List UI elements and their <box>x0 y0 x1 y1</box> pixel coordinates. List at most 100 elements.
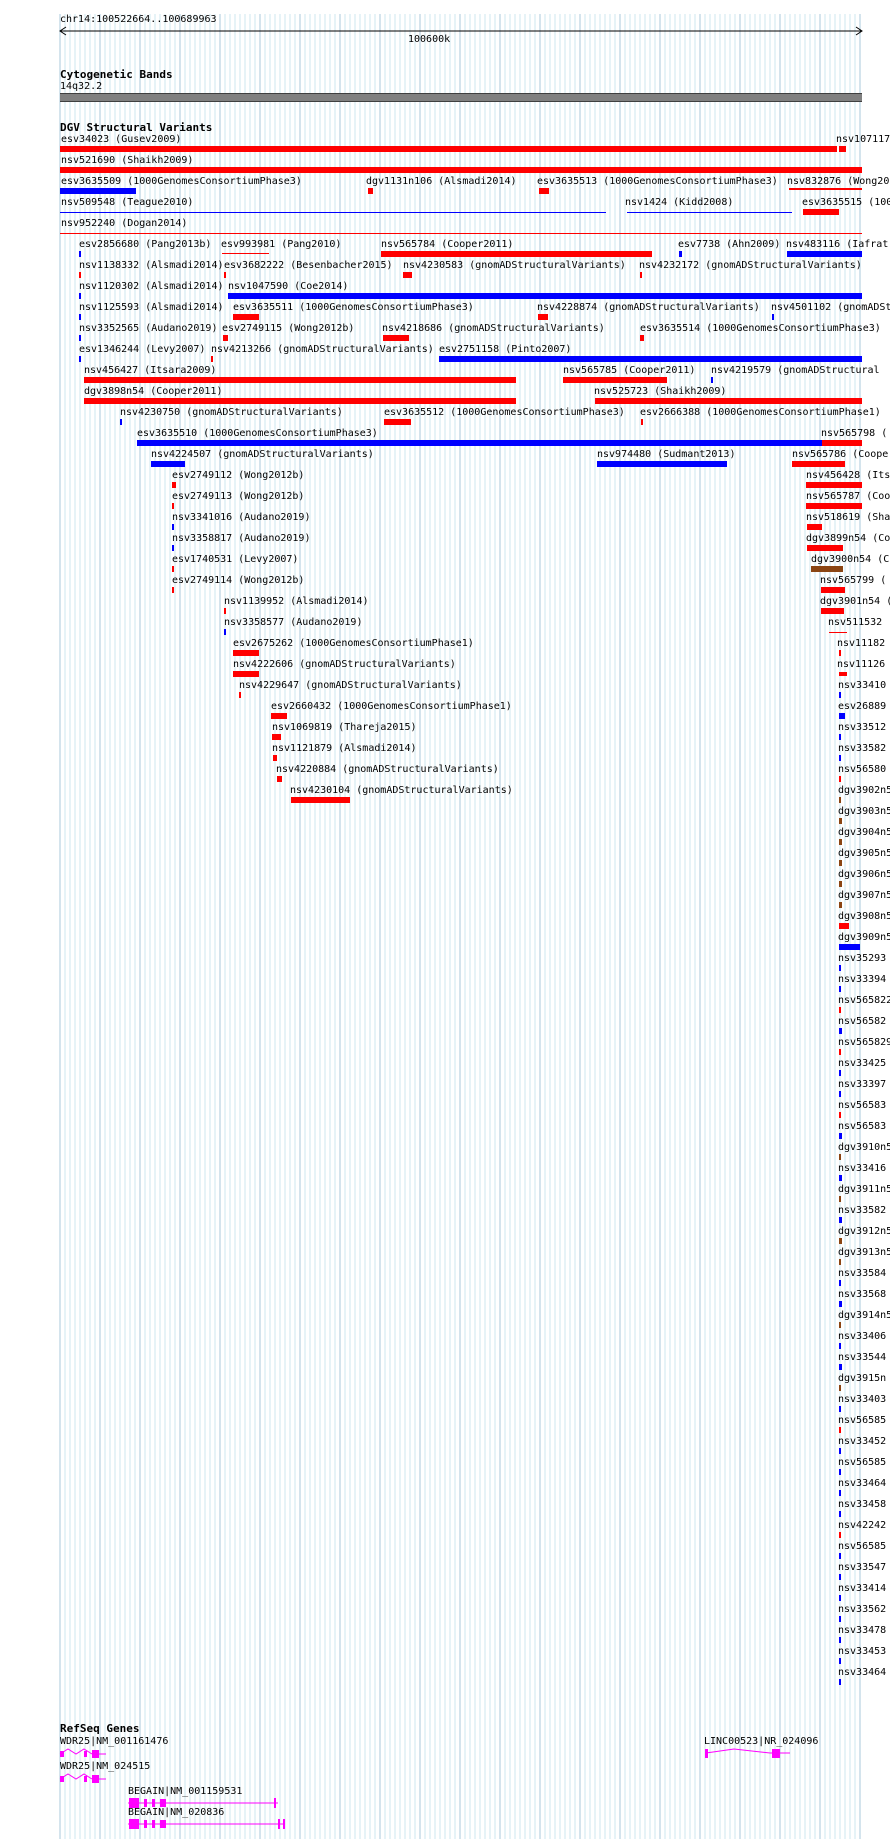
variant-bar[interactable] <box>839 797 841 803</box>
variant-bar[interactable] <box>224 608 226 614</box>
gene-wdr25-nm024515[interactable] <box>58 1771 108 1785</box>
variant-bar[interactable] <box>839 1658 841 1664</box>
variant-bar[interactable] <box>789 188 862 190</box>
variant-bar[interactable] <box>839 1532 841 1538</box>
variant-bar[interactable] <box>839 672 847 676</box>
variant-bar[interactable] <box>368 188 373 194</box>
variant-bar[interactable] <box>803 209 839 215</box>
variant-bar[interactable] <box>839 1007 841 1013</box>
variant-bar[interactable] <box>839 1301 842 1307</box>
variant-bar[interactable] <box>172 587 174 593</box>
variant-bar[interactable] <box>839 1406 841 1412</box>
variant-bar[interactable] <box>839 1553 841 1559</box>
gene-wdr25-nm001161476[interactable] <box>58 1746 108 1760</box>
variant-bar[interactable] <box>839 1616 841 1622</box>
variant-bar[interactable] <box>839 1238 842 1244</box>
variant-bar[interactable] <box>403 272 412 278</box>
variant-bar[interactable] <box>839 860 842 866</box>
variant-bar[interactable] <box>224 629 226 635</box>
variant-bar[interactable] <box>839 839 842 845</box>
variant-bar[interactable] <box>60 212 606 213</box>
variant-bar[interactable] <box>807 545 843 551</box>
variant-bar[interactable] <box>233 314 259 320</box>
variant-bar[interactable] <box>137 440 837 446</box>
variant-bar[interactable] <box>839 1280 841 1286</box>
variant-bar[interactable] <box>792 461 845 467</box>
variant-bar[interactable] <box>60 233 862 234</box>
variant-bar[interactable] <box>839 146 846 152</box>
variant-bar[interactable] <box>839 1175 842 1181</box>
variant-bar[interactable] <box>291 797 350 803</box>
variant-bar[interactable] <box>679 251 682 257</box>
variant-bar[interactable] <box>538 314 548 320</box>
variant-bar[interactable] <box>839 923 849 929</box>
variant-bar[interactable] <box>172 503 174 509</box>
variant-bar[interactable] <box>839 1511 841 1517</box>
variant-bar[interactable] <box>79 314 81 320</box>
variant-bar[interactable] <box>822 440 862 446</box>
variant-bar[interactable] <box>79 293 81 299</box>
variant-bar[interactable] <box>277 776 282 782</box>
variant-bar[interactable] <box>839 1469 841 1475</box>
variant-bar[interactable] <box>821 608 844 614</box>
variant-bar[interactable] <box>829 632 847 633</box>
variant-bar[interactable] <box>172 482 176 488</box>
variant-bar[interactable] <box>84 398 516 404</box>
variant-bar[interactable] <box>839 650 841 656</box>
variant-bar[interactable] <box>839 1322 841 1328</box>
variant-bar[interactable] <box>839 1154 841 1160</box>
variant-bar[interactable] <box>271 713 287 719</box>
variant-bar[interactable] <box>839 1196 841 1202</box>
variant-bar[interactable] <box>839 1595 841 1601</box>
variant-bar[interactable] <box>839 1070 841 1076</box>
variant-bar[interactable] <box>224 272 226 278</box>
variant-bar[interactable] <box>172 566 174 572</box>
variant-bar[interactable] <box>627 212 792 213</box>
variant-bar[interactable] <box>79 272 81 278</box>
variant-bar[interactable] <box>172 524 174 530</box>
variant-bar[interactable] <box>807 524 822 530</box>
variant-bar[interactable] <box>839 1259 841 1265</box>
variant-bar[interactable] <box>839 965 841 971</box>
variant-bar[interactable] <box>839 1574 841 1580</box>
variant-bar[interactable] <box>839 1679 841 1685</box>
variant-bar[interactable] <box>228 293 862 299</box>
variant-bar[interactable] <box>839 1217 842 1223</box>
variant-bar[interactable] <box>839 902 842 908</box>
cytoband-bar[interactable] <box>60 93 862 102</box>
variant-bar[interactable] <box>839 1427 841 1433</box>
variant-bar[interactable] <box>640 335 644 341</box>
variant-bar[interactable] <box>839 1364 842 1370</box>
variant-bar[interactable] <box>839 713 845 719</box>
variant-bar[interactable] <box>839 1490 841 1496</box>
variant-bar[interactable] <box>273 755 277 761</box>
variant-bar[interactable] <box>839 1028 842 1034</box>
variant-bar[interactable] <box>120 419 122 425</box>
variant-bar[interactable] <box>839 1448 841 1454</box>
variant-bar[interactable] <box>563 377 667 383</box>
variant-bar[interactable] <box>806 503 862 509</box>
variant-bar[interactable] <box>151 461 185 467</box>
variant-bar[interactable] <box>839 881 842 887</box>
variant-bar[interactable] <box>839 734 841 740</box>
variant-bar[interactable] <box>439 356 862 362</box>
variant-bar[interactable] <box>839 944 860 950</box>
variant-bar[interactable] <box>595 398 862 404</box>
variant-bar[interactable] <box>839 1637 841 1643</box>
variant-bar[interactable] <box>233 650 259 656</box>
variant-bar[interactable] <box>839 692 841 698</box>
variant-bar[interactable] <box>79 251 81 257</box>
variant-bar[interactable] <box>79 356 81 362</box>
variant-bar[interactable] <box>233 671 259 677</box>
variant-bar[interactable] <box>839 776 841 782</box>
variant-bar[interactable] <box>384 419 411 425</box>
variant-bar[interactable] <box>806 482 862 488</box>
variant-bar[interactable] <box>787 251 862 257</box>
variant-bar[interactable] <box>839 755 841 761</box>
variant-bar[interactable] <box>383 335 409 341</box>
variant-bar[interactable] <box>839 1385 841 1391</box>
variant-bar[interactable] <box>711 377 713 383</box>
variant-bar[interactable] <box>839 1343 841 1349</box>
variant-bar[interactable] <box>211 356 213 362</box>
variant-bar[interactable] <box>60 167 862 173</box>
